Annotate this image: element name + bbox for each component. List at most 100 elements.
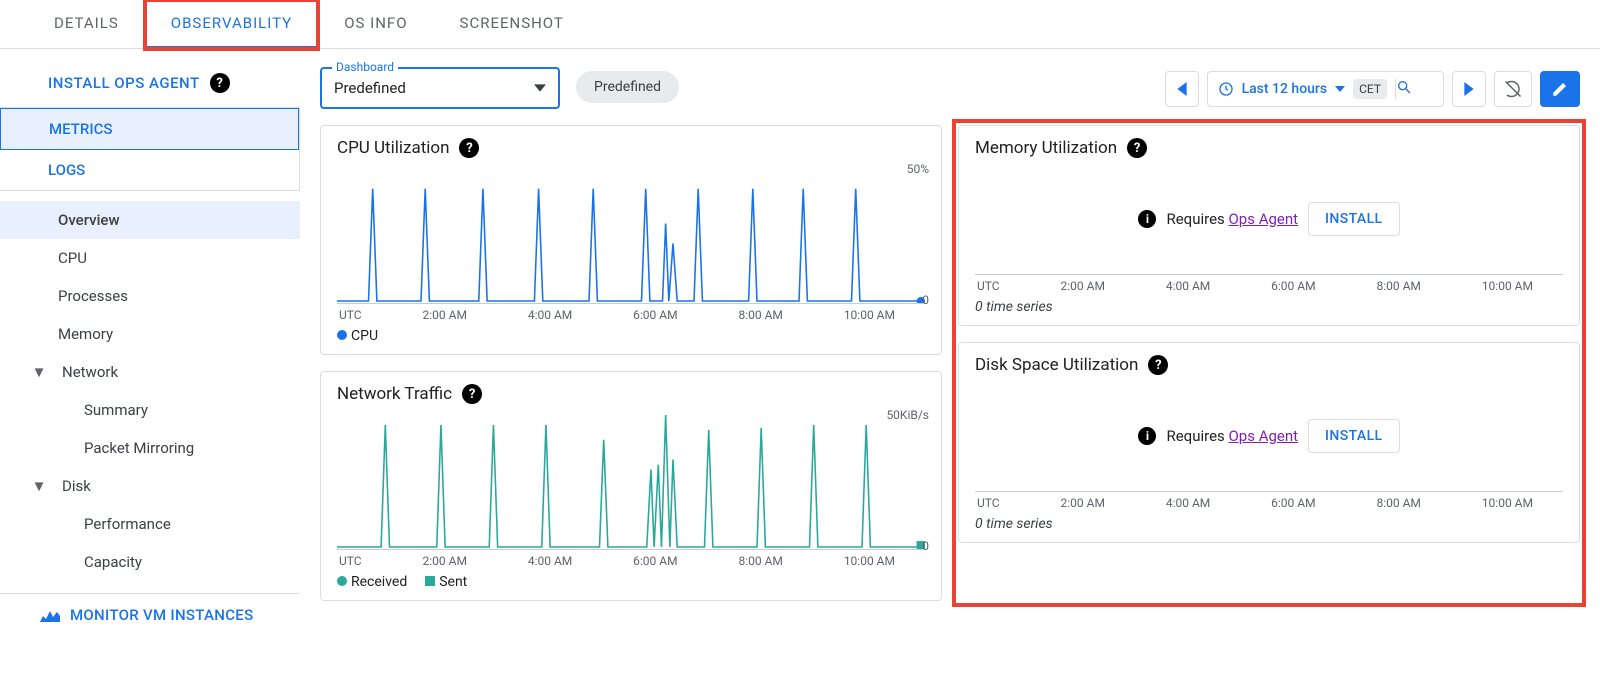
nav-network-packet-mirroring[interactable]: Packet Mirroring (0, 429, 300, 467)
nav-cpu[interactable]: CPU (0, 239, 300, 277)
card-title: Memory Utilization (975, 138, 1117, 158)
help-icon[interactable]: ? (210, 73, 230, 93)
tab-observability[interactable]: OBSERVABILITY (145, 0, 318, 49)
nav-network-label: Network (62, 363, 118, 381)
requires-text: Requires Ops Agent (1166, 427, 1298, 445)
install-ops-agent-button[interactable]: INSTALL (1308, 202, 1399, 236)
dashboard-select[interactable]: Dashboard Predefined (320, 67, 560, 109)
main-area: Dashboard Predefined Predefined Last 12 … (300, 49, 1600, 624)
dashboard-grid: CPU Utilization ? 50% 0 UTC 2:00 AM (320, 125, 1580, 601)
x-label-utc: UTC (339, 308, 362, 322)
install-ops-agent-link[interactable]: INSTALL OPS AGENT (48, 74, 200, 92)
nav-memory[interactable]: Memory (0, 315, 300, 353)
cpu-sparkline (337, 164, 925, 303)
dashboard-kind-chip[interactable]: Predefined (576, 71, 679, 103)
x-label-utc: UTC (977, 279, 1000, 293)
chevron-down-icon: ▼ (28, 363, 50, 381)
main-tabs: DETAILS OBSERVABILITY OS INFO SCREENSHOT (0, 0, 1600, 49)
ops-agent-notice: i Requires Ops Agent INSTALL (975, 381, 1563, 491)
sidebar: INSTALL OPS AGENT ? METRICS LOGS Overvie… (0, 49, 300, 624)
cpu-chart[interactable]: 50% 0 (337, 164, 925, 304)
ops-agent-notice: i Requires Ops Agent INSTALL (975, 164, 1563, 274)
card-title: Network Traffic (337, 384, 452, 404)
dashboard-label: Dashboard (332, 60, 398, 74)
edit-dashboard-button[interactable] (1540, 71, 1580, 107)
x-label-utc: UTC (339, 554, 362, 568)
nav-disk-performance[interactable]: Performance (0, 505, 300, 543)
nav-processes[interactable]: Processes (0, 277, 300, 315)
clock-icon (1218, 81, 1234, 97)
network-traffic-card: Network Traffic ? 50KiB/s 0 UTC 2:00 AM (320, 371, 942, 601)
install-ops-agent-button[interactable]: INSTALL (1308, 419, 1399, 453)
dashboard-right-column: Memory Utilization ? i Requires Ops Agen… (958, 125, 1580, 601)
chart-legend: CPU (337, 322, 925, 344)
monitor-link-label: MONITOR VM INSTANCES (70, 606, 253, 624)
tab-os-info[interactable]: OS INFO (318, 0, 433, 48)
y-axis-top: 50KiB/s (886, 408, 929, 422)
legend-received: Received (351, 574, 407, 590)
help-icon[interactable]: ? (462, 384, 482, 404)
info-icon: i (1138, 427, 1156, 445)
chevron-down-icon: ▼ (28, 477, 50, 495)
sidebar-tab-logs[interactable]: LOGS (0, 150, 299, 190)
search-icon (1396, 79, 1412, 95)
time-controls: Last 12 hours CET (1165, 71, 1580, 107)
nav-disk-label: Disk (62, 477, 91, 495)
requires-text: Requires Ops Agent (1166, 210, 1298, 228)
help-icon[interactable]: ? (1127, 138, 1147, 158)
dashboard-value: Predefined (334, 79, 534, 97)
x-axis: UTC 2:00 AM 4:00 AM 6:00 AM 8:00 AM 10:0… (975, 275, 1563, 293)
help-icon[interactable]: ? (1148, 355, 1168, 375)
network-chart[interactable]: 50KiB/s 0 (337, 410, 925, 550)
monitor-vm-instances-link[interactable]: MONITOR VM INSTANCES (0, 606, 300, 624)
pencil-icon (1551, 80, 1569, 98)
caret-down-icon (534, 82, 546, 94)
x-axis: UTC 2:00 AM 4:00 AM 6:00 AM 8:00 AM 10:0… (337, 550, 925, 568)
nav-network-summary[interactable]: Summary (0, 391, 300, 429)
time-next-button[interactable] (1452, 71, 1486, 107)
chart-icon (40, 608, 60, 622)
search-button[interactable] (1395, 79, 1433, 99)
toolbar: Dashboard Predefined Predefined Last 12 … (320, 67, 1580, 109)
ops-agent-link[interactable]: Ops Agent (1228, 427, 1298, 445)
tab-details[interactable]: DETAILS (28, 0, 145, 48)
help-icon[interactable]: ? (459, 138, 479, 158)
time-range-picker[interactable]: Last 12 hours CET (1207, 71, 1444, 107)
card-title: Disk Space Utilization (975, 355, 1138, 375)
chevron-right-icon (1464, 82, 1474, 96)
ops-agent-link[interactable]: Ops Agent (1228, 210, 1298, 228)
sidebar-tabs: METRICS LOGS (0, 107, 300, 191)
no-timeseries-label: 0 time series (975, 293, 1563, 315)
chart-legend: Received Sent (337, 568, 925, 590)
nav-list: Overview CPU Processes Memory ▼ Network … (0, 191, 300, 581)
time-prev-button[interactable] (1165, 71, 1199, 107)
network-sparkline (337, 410, 925, 549)
time-range-text: Last 12 hours (1242, 81, 1328, 97)
x-axis: UTC 2:00 AM 4:00 AM 6:00 AM 8:00 AM 10:0… (975, 492, 1563, 510)
legend-cpu: CPU (351, 328, 378, 344)
no-timeseries-label: 0 time series (975, 510, 1563, 532)
dashboard-left-column: CPU Utilization ? 50% 0 UTC 2:00 AM (320, 125, 942, 601)
nav-disk[interactable]: ▼ Disk (0, 467, 300, 505)
auto-refresh-off-button[interactable] (1494, 71, 1532, 107)
chevron-left-icon (1177, 82, 1187, 96)
y-axis-bottom: 0 (922, 293, 929, 307)
refresh-off-icon (1504, 80, 1522, 98)
x-axis: UTC 2:00 AM 4:00 AM 6:00 AM 8:00 AM 10:0… (337, 304, 925, 322)
sidebar-tab-metrics[interactable]: METRICS (0, 108, 299, 150)
disk-space-utilization-card: Disk Space Utilization ? i Requires Ops … (958, 342, 1580, 543)
timezone-badge: CET (1353, 79, 1387, 99)
tab-screenshot[interactable]: SCREENSHOT (434, 0, 590, 48)
info-icon: i (1138, 210, 1156, 228)
x-label-utc: UTC (977, 496, 1000, 510)
y-axis-bottom: 0 (922, 539, 929, 553)
card-title: CPU Utilization (337, 138, 449, 158)
cpu-utilization-card: CPU Utilization ? 50% 0 UTC 2:00 AM (320, 125, 942, 355)
install-ops-agent-row: INSTALL OPS AGENT ? (0, 67, 300, 107)
nav-disk-capacity[interactable]: Capacity (0, 543, 300, 581)
caret-down-icon (1335, 86, 1345, 92)
legend-sent: Sent (439, 574, 467, 590)
nav-overview[interactable]: Overview (0, 201, 300, 239)
y-axis-top: 50% (907, 162, 929, 176)
nav-network[interactable]: ▼ Network (0, 353, 300, 391)
